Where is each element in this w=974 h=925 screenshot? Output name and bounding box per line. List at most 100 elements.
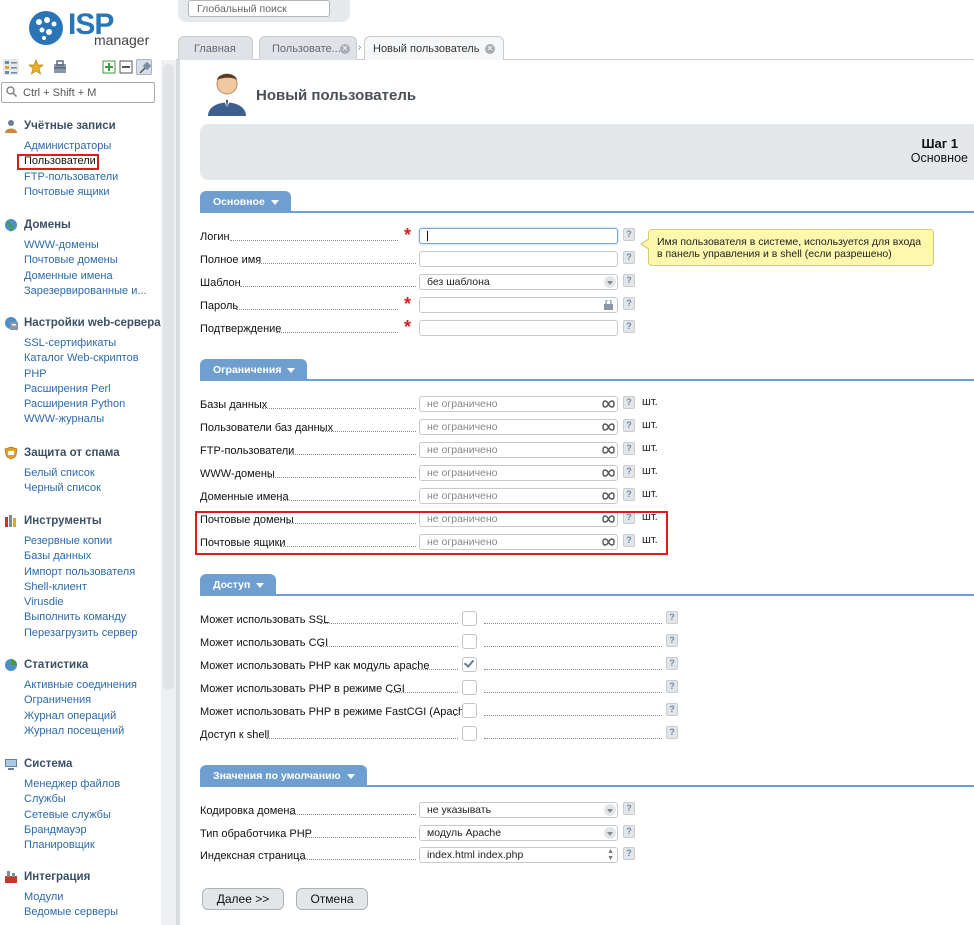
access-checkbox[interactable]	[462, 726, 477, 741]
help-icon[interactable]: ?	[623, 465, 635, 478]
favorites-star-icon[interactable]	[28, 59, 44, 75]
help-icon[interactable]: ?	[623, 488, 635, 501]
sidebar-item-visits-log[interactable]: Журнал посещений	[24, 724, 158, 739]
help-icon[interactable]: ?	[666, 703, 678, 716]
sidebar-item-mail-domains[interactable]: Почтовые домены	[24, 253, 158, 268]
help-icon[interactable]: ?	[623, 419, 635, 432]
collapse-all-icon[interactable]	[118, 59, 134, 75]
sidebar-item-web-scripts[interactable]: Каталог Web-скриптов	[24, 351, 158, 366]
tree-view-icon[interactable]	[3, 59, 19, 75]
section-basic-toggle[interactable]: Основное	[200, 191, 291, 213]
help-icon[interactable]: ?	[623, 297, 635, 310]
infinity-icon[interactable]	[602, 399, 615, 409]
sidebar-item-domain-names[interactable]: Доменные имена	[24, 269, 158, 284]
help-icon[interactable]: ?	[666, 634, 678, 647]
sidebar-item-ftp-users[interactable]: FTP-пользователи	[24, 170, 158, 185]
logo[interactable]: ISP manager	[28, 8, 149, 48]
sidebar-item-file-manager[interactable]: Менеджер файлов	[24, 777, 158, 792]
sidebar-item-php[interactable]: PHP	[24, 367, 158, 382]
help-icon[interactable]: ?	[666, 611, 678, 624]
sidebar-item-databases[interactable]: Базы данных	[24, 549, 158, 564]
sidebar-item-mailboxes[interactable]: Почтовые ящики	[24, 185, 158, 200]
sidebar-item-virusdie[interactable]: Virusdie	[24, 595, 158, 610]
help-icon[interactable]: ?	[623, 396, 635, 409]
help-icon[interactable]: ?	[666, 657, 678, 670]
confirm-password-input[interactable]	[419, 320, 618, 336]
sidebar-item-modules[interactable]: Модули	[24, 890, 158, 905]
sidebar-item-www-logs[interactable]: WWW-журналы	[24, 412, 158, 427]
spinner-arrows-icon[interactable]: ▲ ▼	[607, 848, 614, 862]
tab-users[interactable]: Пользовате... ✕	[259, 36, 357, 60]
help-icon[interactable]: ?	[623, 847, 635, 860]
sidebar-item-administrators[interactable]: Администраторы	[24, 139, 158, 154]
access-checkbox[interactable]	[462, 634, 477, 649]
help-icon[interactable]: ?	[623, 320, 635, 333]
access-checkbox[interactable]	[462, 680, 477, 695]
close-tab-icon[interactable]: ✕	[340, 44, 350, 54]
help-icon[interactable]: ?	[623, 825, 635, 838]
login-input[interactable]	[419, 228, 618, 244]
infinity-icon[interactable]	[602, 468, 615, 478]
help-icon[interactable]: ?	[666, 680, 678, 693]
help-icon[interactable]: ?	[666, 726, 678, 739]
next-button[interactable]: Далее >>	[202, 888, 284, 910]
sidebar-item-shell-client[interactable]: Shell-клиент	[24, 580, 158, 595]
help-icon[interactable]: ?	[623, 228, 635, 241]
nav-group-header[interactable]: Инструменты	[0, 513, 160, 531]
password-input[interactable]	[419, 297, 618, 313]
sidebar-item-active-connections[interactable]: Активные соединения	[24, 678, 158, 693]
sidebar-item-www-domains[interactable]: WWW-домены	[24, 238, 158, 253]
nav-group-header[interactable]: Домены	[0, 217, 160, 235]
sidebar-item-firewall[interactable]: Брандмауэр	[24, 823, 158, 838]
sidebar-item-reserved[interactable]: Зарезервированные и...	[24, 284, 158, 299]
access-checkbox[interactable]	[462, 657, 477, 672]
sidebar-item-whitelist[interactable]: Белый список	[24, 466, 158, 481]
sidebar-item-scheduler[interactable]: Планировщик	[24, 838, 158, 853]
help-icon[interactable]: ?	[623, 802, 635, 815]
infinity-icon[interactable]	[602, 491, 615, 501]
sidebar-scrollbar-thumb[interactable]	[163, 64, 174, 690]
section-access-toggle[interactable]: Доступ	[200, 574, 277, 596]
sidebar-item-operations-log[interactable]: Журнал операций	[24, 709, 158, 724]
nav-group-header[interactable]: Настройки web-сервера	[0, 315, 161, 333]
infinity-icon[interactable]	[602, 445, 615, 455]
section-defaults-toggle[interactable]: Значения по умолчанию	[200, 765, 367, 787]
sidebar-item-limits[interactable]: Ограничения	[24, 693, 158, 708]
infinity-icon[interactable]	[602, 422, 615, 432]
expand-all-icon[interactable]	[101, 59, 117, 75]
template-select[interactable]: без шаблона	[419, 274, 618, 290]
global-search-input[interactable]: Глобальный поиск	[188, 0, 330, 17]
sidebar-item-services[interactable]: Службы	[24, 792, 158, 807]
index-page-input[interactable]: index.html index.php ▲ ▼	[419, 847, 618, 863]
sidebar-item-import-user[interactable]: Импорт пользователя	[24, 565, 158, 580]
nav-group-header[interactable]: Статистика	[0, 657, 160, 675]
access-checkbox[interactable]	[462, 611, 477, 626]
limit-input[interactable]: не ограничено	[419, 396, 618, 412]
sidebar-item-network-services[interactable]: Сетевые службы	[24, 808, 158, 823]
pin-icon[interactable]	[136, 59, 152, 75]
section-limits-toggle[interactable]: Ограничения	[200, 359, 308, 381]
help-icon[interactable]: ?	[623, 251, 635, 264]
sidebar-item-run-command[interactable]: Выполнить команду	[24, 610, 158, 625]
nav-group-header[interactable]: Защита от спама	[0, 445, 160, 463]
help-icon[interactable]: ?	[623, 442, 635, 455]
sidebar-item-reboot-server[interactable]: Перезагрузить сервер	[24, 626, 158, 641]
access-checkbox[interactable]	[462, 703, 477, 718]
php-handler-select[interactable]: модуль Apache	[419, 825, 618, 841]
briefcase-icon[interactable]	[52, 59, 68, 75]
limit-input[interactable]: не ограничено	[419, 442, 618, 458]
limit-input[interactable]: не ограничено	[419, 488, 618, 504]
nav-group-header[interactable]: Учётные записи	[0, 118, 160, 136]
tab-home[interactable]: Главная	[178, 36, 253, 60]
sidebar-item-ssl[interactable]: SSL-сертификаты	[24, 336, 158, 351]
sidebar-search-input[interactable]: Ctrl + Shift + M	[1, 82, 155, 103]
sidebar-item-python[interactable]: Расширения Python	[24, 397, 158, 412]
limit-input[interactable]: не ограничено	[419, 465, 618, 481]
nav-group-header[interactable]: Интеграция	[0, 869, 160, 887]
nav-group-header[interactable]: Система	[0, 756, 160, 774]
help-icon[interactable]: ?	[623, 274, 635, 287]
fullname-input[interactable]	[419, 251, 618, 267]
sidebar-item-backups[interactable]: Резервные копии	[24, 534, 158, 549]
sidebar-item-slave-servers[interactable]: Ведомые серверы	[24, 905, 158, 920]
password-generator-icon[interactable]	[603, 300, 614, 311]
